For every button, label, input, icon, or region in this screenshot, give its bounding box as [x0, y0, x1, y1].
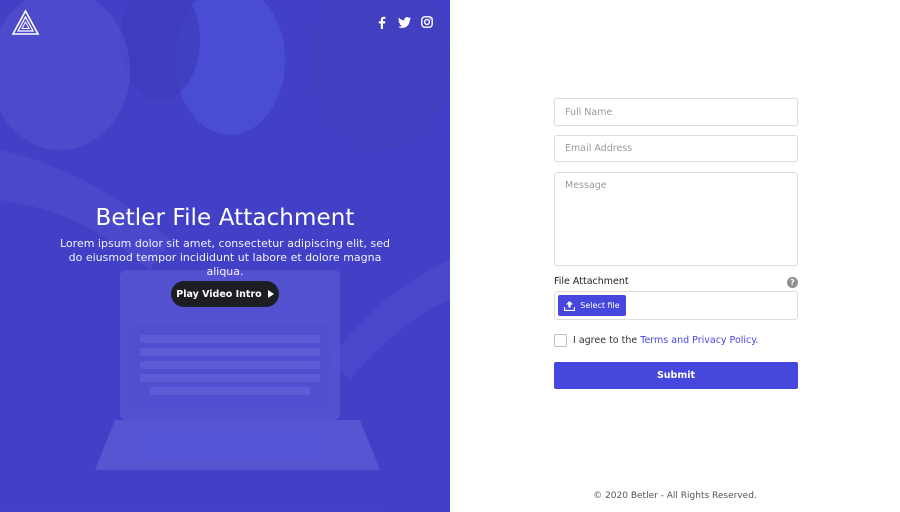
- play-video-intro-label: Play Video Intro: [176, 288, 262, 300]
- copyright-text: © 2020 Betler - All Rights Reserved.: [593, 491, 757, 501]
- full-name-input[interactable]: [554, 98, 798, 126]
- hero-description: Lorem ipsum dolor sit amet, consectetur …: [60, 237, 390, 278]
- twitter-icon[interactable]: [396, 14, 412, 30]
- submit-button[interactable]: Submit: [554, 362, 798, 389]
- agree-suffix: .: [755, 335, 759, 346]
- agree-terms-text: I agree to the Terms and Privacy Policy.: [573, 335, 759, 346]
- facebook-icon[interactable]: [374, 14, 390, 30]
- hero-title: Betler File Attachment: [95, 205, 355, 231]
- help-icon[interactable]: ?: [787, 277, 798, 288]
- select-file-button[interactable]: Select file: [558, 295, 626, 316]
- brand-logo-icon[interactable]: [11, 9, 40, 36]
- select-file-label: Select file: [580, 301, 620, 310]
- email-address-input[interactable]: [554, 135, 798, 162]
- agree-prefix: I agree to the: [573, 335, 641, 346]
- agree-terms-checkbox[interactable]: [554, 334, 567, 347]
- play-video-intro-button[interactable]: Play Video Intro: [171, 281, 279, 307]
- play-icon: [267, 290, 274, 298]
- terms-privacy-link[interactable]: Terms and Privacy Policy: [640, 335, 755, 346]
- instagram-icon[interactable]: [419, 14, 435, 30]
- file-attachment-label: File Attachment: [554, 276, 629, 287]
- hero-panel: Betler File Attachment Lorem ipsum dolor…: [0, 0, 450, 512]
- upload-icon: [564, 300, 576, 311]
- message-textarea[interactable]: [554, 172, 798, 266]
